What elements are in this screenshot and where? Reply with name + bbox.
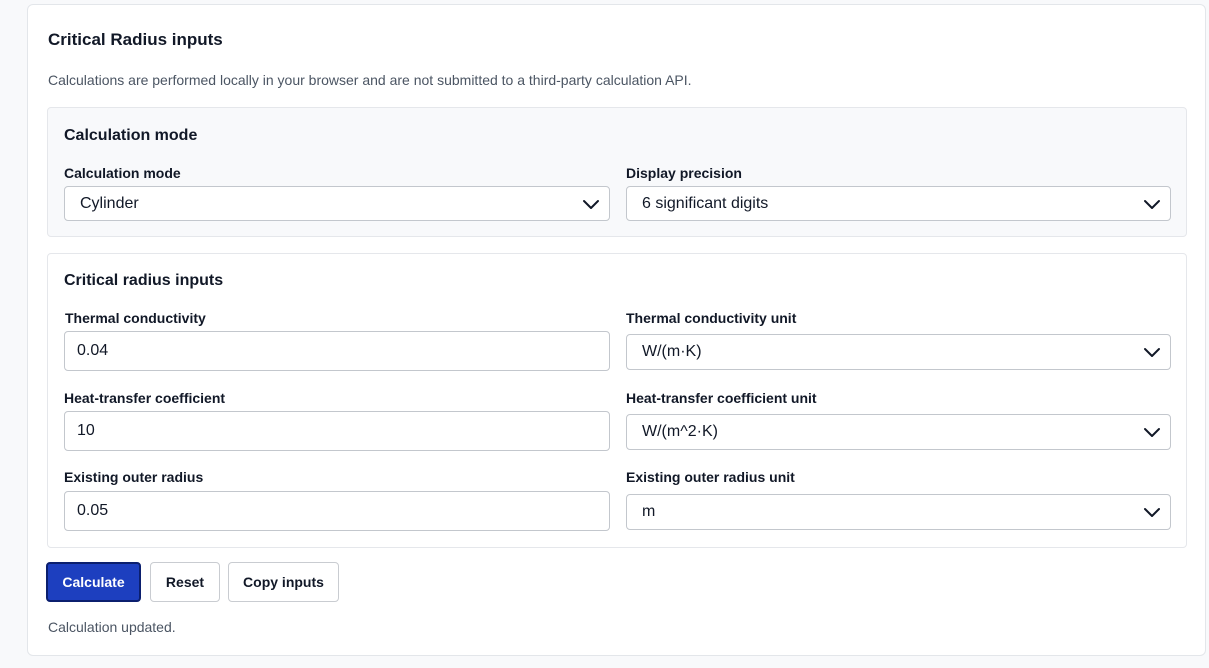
calculator-card: Critical Radius inputs Calculations are …: [27, 4, 1206, 656]
mode-panel-title: Calculation mode: [64, 127, 198, 144]
chevron-down-icon: [1144, 199, 1160, 209]
calculation-mode-label: Calculation mode: [64, 165, 181, 181]
heat-transfer-coefficient-unit-label: Heat-transfer coefficient unit: [626, 390, 817, 406]
existing-outer-radius-input[interactable]: 0.05: [64, 491, 610, 531]
display-precision-select[interactable]: 6 significant digits: [626, 186, 1171, 221]
existing-outer-radius-unit-label: Existing outer radius unit: [626, 469, 795, 485]
heat-transfer-coefficient-unit-select[interactable]: W/(m^2·K): [626, 414, 1171, 450]
display-precision-value: 6 significant digits: [642, 194, 769, 212]
heat-transfer-coefficient-input[interactable]: 10: [64, 411, 610, 451]
existing-outer-radius-unit-value: m: [642, 503, 656, 520]
calculation-mode-select[interactable]: Cylinder: [64, 186, 610, 221]
critical-radius-inputs-panel: Critical radius inputs Thermal conductiv…: [47, 253, 1187, 548]
thermal-conductivity-unit-value: W/(m·K): [642, 343, 702, 360]
copy-inputs-button[interactable]: Copy inputs: [228, 562, 339, 602]
card-title: Critical Radius inputs: [48, 30, 223, 49]
reset-button[interactable]: Reset: [150, 562, 220, 602]
display-precision-label: Display precision: [626, 165, 742, 181]
thermal-conductivity-unit-select[interactable]: W/(m·K): [626, 334, 1171, 370]
existing-outer-radius-label: Existing outer radius: [64, 469, 204, 485]
chevron-down-icon: [583, 199, 599, 209]
existing-outer-radius-unit-select[interactable]: m: [626, 494, 1171, 530]
thermal-conductivity-label: Thermal conductivity: [65, 310, 206, 326]
calculation-mode-panel: Calculation mode Calculation mode Cylind…: [47, 107, 1187, 237]
chevron-down-icon: [1144, 428, 1160, 437]
privacy-note: Calculations are performed locally in yo…: [48, 72, 692, 88]
thermal-conductivity-unit-label: Thermal conductivity unit: [626, 310, 797, 326]
status-message: Calculation updated.: [48, 619, 176, 635]
calculation-mode-value: Cylinder: [80, 194, 139, 212]
inputs-panel-title: Critical radius inputs: [64, 272, 224, 289]
heat-transfer-coefficient-label: Heat-transfer coefficient: [64, 390, 226, 406]
chevron-down-icon: [1144, 348, 1160, 357]
calculate-button[interactable]: Calculate: [46, 562, 141, 602]
thermal-conductivity-input[interactable]: 0.04: [64, 331, 610, 371]
heat-transfer-coefficient-unit-value: W/(m^2·K): [642, 423, 718, 440]
chevron-down-icon: [1144, 508, 1160, 517]
